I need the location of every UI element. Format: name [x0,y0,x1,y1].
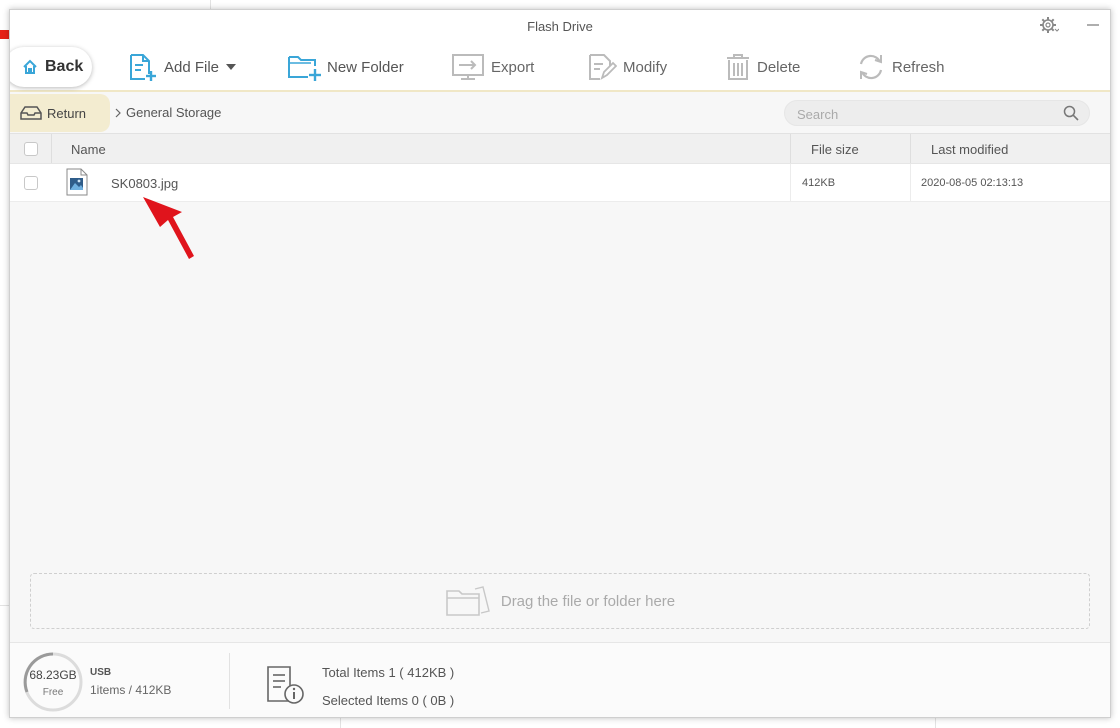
status-bar: 68.23GB Free USB 1items / 412KB Total It… [10,642,1110,717]
column-header-size[interactable]: File size [811,142,859,157]
return-tray-icon [20,106,42,120]
flash-drive-window: Flash Drive Back Add File New Folder Exp… [9,9,1111,718]
column-header-modified[interactable]: Last modified [931,142,1008,157]
breadcrumb[interactable]: General Storage [114,105,221,120]
settings-icon[interactable] [1036,14,1062,36]
refresh-icon [859,54,883,80]
folder-icon [446,586,490,616]
add-file-button[interactable]: Add File [128,52,237,82]
table-header: Name File size Last modified [10,134,1110,164]
new-folder-icon [288,56,321,81]
drop-zone-label: Drag the file or folder here [500,592,676,610]
free-space: 68.23GB [29,668,77,682]
export-button[interactable]: Export [451,52,534,82]
delete-button[interactable]: Delete [725,52,800,82]
refresh-label: Refresh [892,58,945,76]
back-label: Back [45,58,84,75]
title-bar: Flash Drive [10,10,1110,44]
export-label: Export [491,58,535,76]
drop-zone[interactable]: Drag the file or folder here [30,573,1090,629]
file-size: 412KB [802,177,836,189]
device-name: USB [90,667,112,678]
return-label: Return [47,105,87,121]
add-file-label: Add File [164,58,220,76]
search-icon[interactable] [1063,105,1079,121]
search-box [784,100,1090,126]
delete-icon [727,54,749,80]
return-button[interactable]: Return [10,94,110,132]
image-file-icon [66,168,88,196]
selected-items: Selected Items 0 ( 0B ) [322,693,455,708]
total-items: Total Items 1 ( 412KB ) [322,665,455,680]
search-input[interactable] [797,105,1047,123]
new-folder-button[interactable]: New Folder [287,52,404,82]
back-button[interactable]: Back [10,47,92,87]
new-folder-label: New Folder [327,58,404,76]
add-file-icon [130,54,156,81]
file-name[interactable]: SK0803.jpg [111,176,178,191]
modify-button[interactable]: Modify [587,52,667,82]
modify-icon [589,54,617,81]
refresh-button[interactable]: Refresh [856,52,945,82]
modify-label: Modify [623,58,668,76]
breadcrumb-general-storage[interactable]: General Storage [126,105,221,120]
minimize-icon[interactable] [1080,14,1106,36]
select-all-checkbox[interactable] [24,142,38,156]
info-document-icon [267,666,304,704]
path-bar: Return General Storage [10,94,1110,134]
chevron-right-icon [115,108,121,117]
column-header-name[interactable]: Name [71,142,106,157]
file-modified: 2020-08-05 02:13:13 [921,177,1024,189]
export-icon [452,54,484,80]
device-info: 1items / 412KB [90,683,172,697]
row-checkbox[interactable] [24,176,38,190]
bg-youtube-icon [0,30,9,39]
storage-gauge [23,652,83,712]
home-icon [23,59,37,74]
annotation-arrow [143,197,194,259]
toolbar: Back Add File New Folder Export Modify D… [10,44,1110,92]
window-title: Flash Drive [527,19,593,34]
free-label: Free [42,687,64,698]
delete-label: Delete [757,58,801,76]
chevron-down-icon[interactable] [225,62,237,72]
